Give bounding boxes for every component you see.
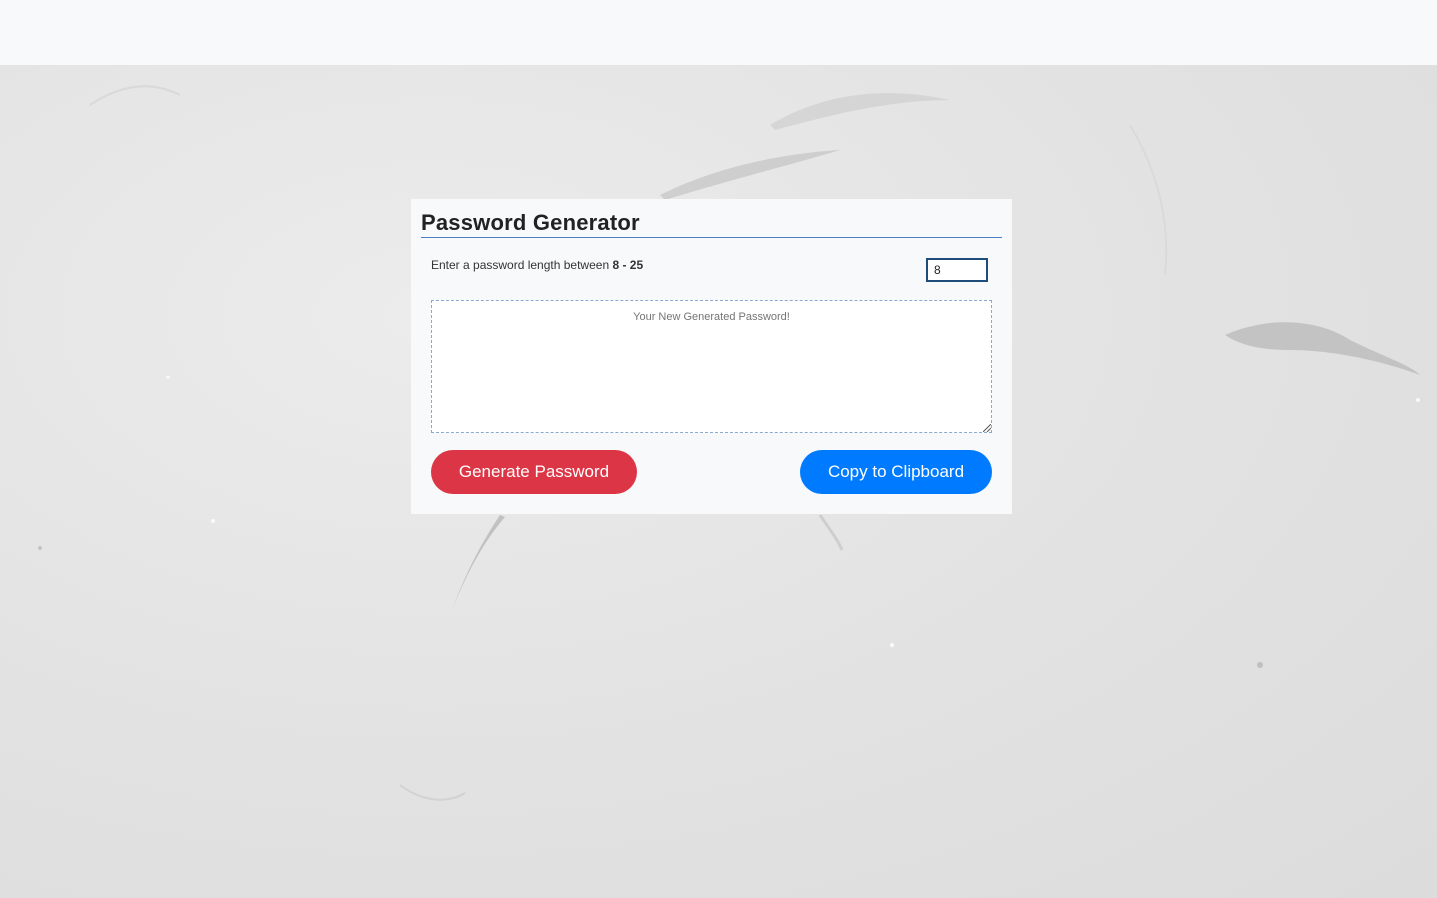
copy-to-clipboard-button[interactable]: Copy to Clipboard (800, 450, 992, 494)
length-range-text: 8 - 25 (612, 258, 644, 272)
page-title: Password Generator (421, 209, 1002, 238)
length-instruction-text: Enter a password length between (431, 258, 613, 272)
top-navbar (0, 0, 1437, 65)
password-generator-card: Password Generator Enter a password leng… (411, 199, 1012, 514)
password-length-input[interactable] (926, 258, 988, 282)
background-texture: Password Generator Enter a password leng… (0, 65, 1437, 898)
length-instruction-label: Enter a password length between 8 - 25 (431, 258, 643, 272)
generated-password-textarea[interactable] (431, 300, 992, 433)
generate-password-button[interactable]: Generate Password (431, 450, 637, 494)
